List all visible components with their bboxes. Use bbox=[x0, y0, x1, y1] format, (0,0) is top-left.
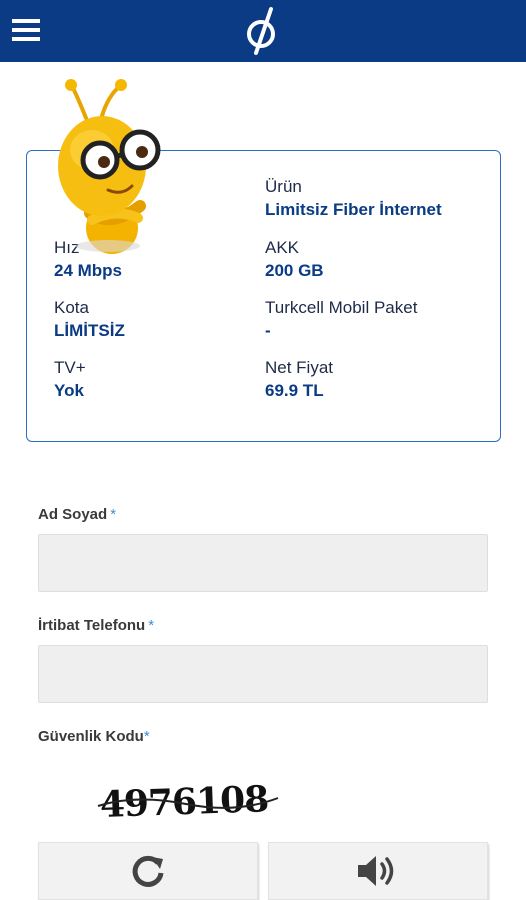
speaker-icon bbox=[358, 856, 394, 886]
akk-field: AKK 200 GB bbox=[265, 238, 324, 282]
product-field: Ürün Limitsiz Fiber İnternet bbox=[265, 177, 442, 221]
audio-captcha-button[interactable] bbox=[268, 842, 488, 900]
product-value: Limitsiz Fiber İnternet bbox=[265, 200, 442, 219]
name-input-wrapper bbox=[38, 534, 488, 592]
price-label: Net Fiyat bbox=[265, 358, 334, 377]
captcha-image: 4976108 bbox=[97, 778, 279, 826]
top-bar bbox=[0, 0, 526, 62]
speed-value: 24 Mbps bbox=[54, 261, 123, 280]
required-mark: * bbox=[148, 617, 155, 634]
required-mark: * bbox=[110, 506, 117, 523]
mobile-package-label: Turkcell Mobil Paket bbox=[265, 298, 418, 317]
price-field: Net Fiyat 69.9 TL bbox=[265, 358, 333, 402]
mobile-package-value: - bbox=[265, 321, 271, 340]
phone-label-text: İrtibat Telefonu bbox=[38, 617, 146, 634]
akk-value: 200 GB bbox=[265, 261, 324, 280]
security-code-label-text: Güvenlik Kodu bbox=[38, 728, 144, 745]
name-input[interactable] bbox=[39, 535, 487, 591]
product-label: Ürün bbox=[265, 177, 302, 196]
mascot-illustration bbox=[58, 79, 161, 254]
tv-label: TV+ bbox=[54, 358, 86, 377]
required-mark: * bbox=[143, 728, 150, 745]
quota-field: Kota LİMİTSİZ bbox=[54, 298, 125, 342]
refresh-icon bbox=[132, 855, 164, 887]
refresh-captcha-button[interactable] bbox=[38, 842, 258, 900]
quota-label: Kota bbox=[54, 298, 89, 317]
captcha-text: 4976108 bbox=[99, 778, 269, 826]
tv-value: Yok bbox=[54, 381, 84, 400]
name-label: Ad Soyad * bbox=[38, 506, 116, 523]
quota-value: LİMİTSİZ bbox=[54, 321, 125, 340]
price-value: 69.9 TL bbox=[265, 381, 324, 400]
mobile-package-field: Turkcell Mobil Paket - bbox=[265, 298, 417, 342]
turkcell-logo-icon[interactable] bbox=[244, 5, 282, 57]
name-label-text: Ad Soyad bbox=[38, 506, 108, 523]
tv-field: TV+ Yok bbox=[54, 358, 86, 402]
security-code-label: Güvenlik Kodu* bbox=[38, 728, 150, 745]
akk-label: AKK bbox=[265, 238, 300, 257]
phone-input-wrapper bbox=[38, 645, 488, 703]
hamburger-icon[interactable] bbox=[12, 19, 40, 41]
phone-label: İrtibat Telefonu * bbox=[38, 617, 154, 634]
phone-input[interactable] bbox=[39, 646, 487, 702]
